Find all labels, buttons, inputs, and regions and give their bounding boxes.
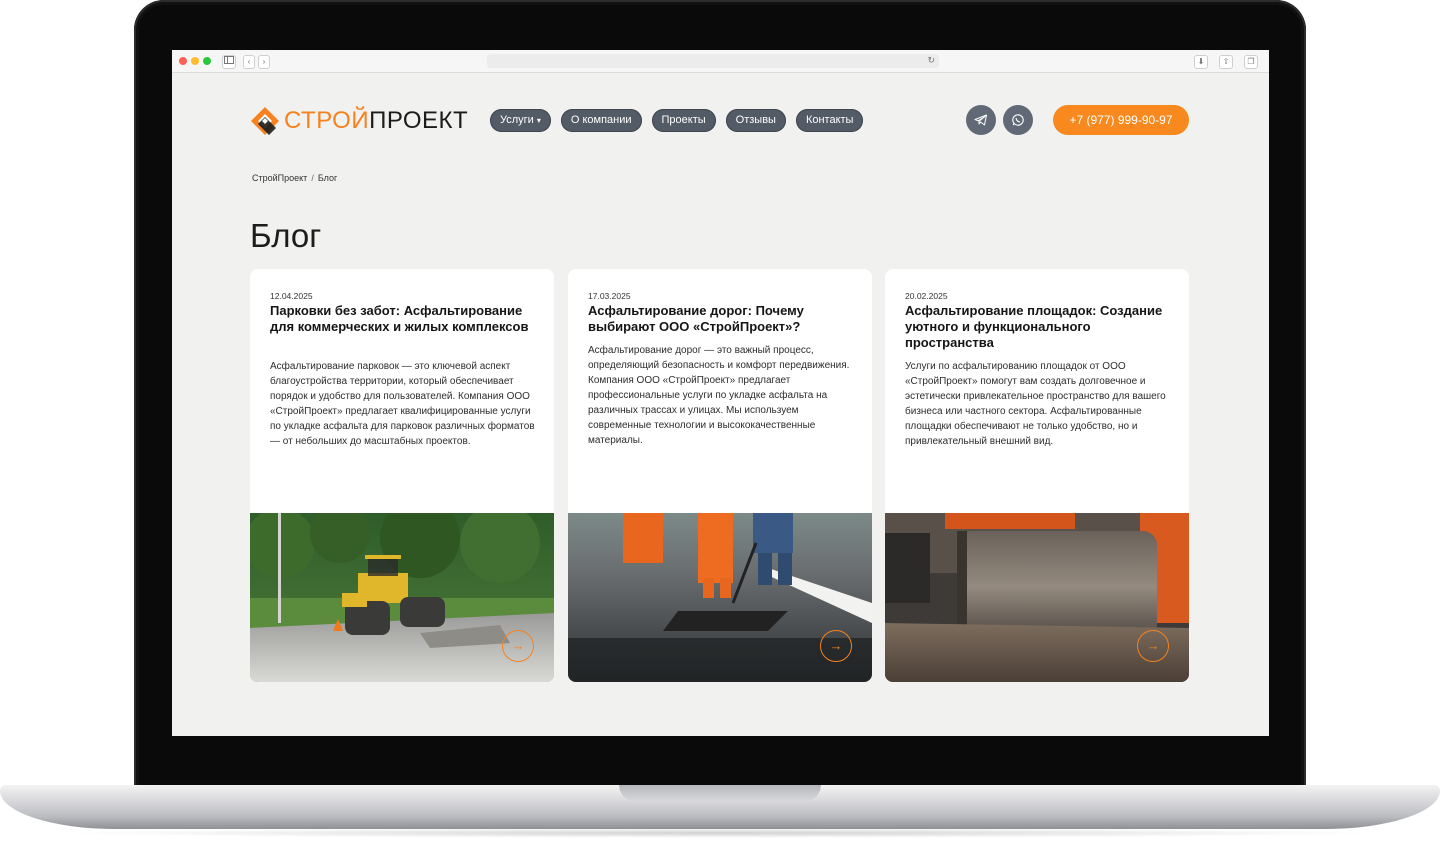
read-more-arrow-icon[interactable]: →	[1137, 630, 1169, 662]
nav-item-contacts[interactable]: Контакты	[795, 109, 864, 132]
tabs-icon[interactable]: ❐	[1244, 55, 1258, 69]
telegram-icon[interactable]	[966, 105, 996, 135]
logo-icon	[250, 106, 280, 136]
reload-icon[interactable]: ↻	[927, 55, 935, 66]
blog-card[interactable]: 12.04.2025 Парковки без забот: Асфальтир…	[250, 269, 554, 682]
minimize-window-button[interactable]	[191, 57, 199, 65]
page-title: Блог	[250, 217, 322, 254]
post-excerpt: Услуги по асфальтированию площадок от ОО…	[905, 361, 1166, 447]
site-logo[interactable]: СТРОЙПРОЕКТ	[250, 106, 468, 136]
laptop-shadow	[60, 828, 1380, 838]
road-workers-photo: →	[568, 513, 872, 682]
browser-toolbar: ‹ › ↻ ⬇ ⇧ ❐	[172, 50, 1269, 73]
whatsapp-icon[interactable]	[1003, 105, 1033, 135]
caret-down-icon: ▾	[536, 116, 541, 125]
browser-window: ‹ › ↻ ⬇ ⇧ ❐ СТРОЙПРОЕКТ Услуги ▾ О компан…	[172, 50, 1269, 736]
post-excerpt: Асфальтирование дорог — это важный проце…	[588, 345, 850, 446]
chevron-right-icon[interactable]: ›	[258, 55, 270, 69]
post-date: 17.03.2025	[588, 291, 631, 301]
logo-text-dark: ПРОЕКТ	[369, 107, 469, 134]
read-more-arrow-icon[interactable]: →	[502, 630, 534, 662]
post-date: 12.04.2025	[270, 291, 313, 301]
breadcrumb-current: Блог	[317, 173, 338, 183]
main-nav: Услуги ▾ О компании Проекты Отзывы Контак…	[490, 109, 864, 132]
share-icon[interactable]: ⇧	[1219, 55, 1233, 69]
roller-drum-closeup-photo: →	[885, 513, 1189, 682]
read-more-arrow-icon[interactable]: →	[820, 630, 852, 662]
phone-button[interactable]: +7 (977) 999-90-97	[1053, 105, 1189, 135]
nav-item-projects[interactable]: Проекты	[651, 109, 716, 132]
address-bar[interactable]: ↻	[487, 54, 939, 68]
blog-card[interactable]: 17.03.2025 Асфальтирование дорог: Почему…	[568, 269, 872, 682]
laptop-notch	[619, 785, 821, 801]
maximize-window-button[interactable]	[203, 57, 211, 65]
nav-item-reviews[interactable]: Отзывы	[725, 109, 786, 132]
download-icon[interactable]: ⬇	[1194, 55, 1208, 69]
nav-item-label: Услуги	[500, 114, 534, 126]
nav-item-about[interactable]: О компании	[560, 109, 642, 132]
nav-item-services[interactable]: Услуги ▾	[490, 109, 551, 132]
post-title[interactable]: Парковки без забот: Асфальтирование для …	[270, 303, 540, 335]
post-excerpt: Асфальтирование парковок — это ключевой …	[270, 361, 535, 447]
chevron-left-icon[interactable]: ‹	[243, 55, 255, 69]
breadcrumb-home[interactable]: СтройПроект	[252, 173, 307, 183]
blog-card[interactable]: 20.02.2025 Асфальтирование площадок: Соз…	[885, 269, 1189, 682]
post-date: 20.02.2025	[905, 291, 948, 301]
breadcrumb-separator: /	[311, 173, 314, 183]
road-roller-in-park-photo: →	[250, 498, 554, 682]
close-window-button[interactable]	[179, 57, 187, 65]
sidebar-icon[interactable]	[222, 55, 236, 69]
breadcrumb: СтройПроект / Блог	[252, 173, 337, 183]
post-title[interactable]: Асфальтирование площадок: Создание уютно…	[905, 303, 1175, 351]
post-title[interactable]: Асфальтирование дорог: Почему выбирают О…	[588, 303, 858, 335]
logo-text-accent: СТРОЙ	[284, 107, 370, 134]
